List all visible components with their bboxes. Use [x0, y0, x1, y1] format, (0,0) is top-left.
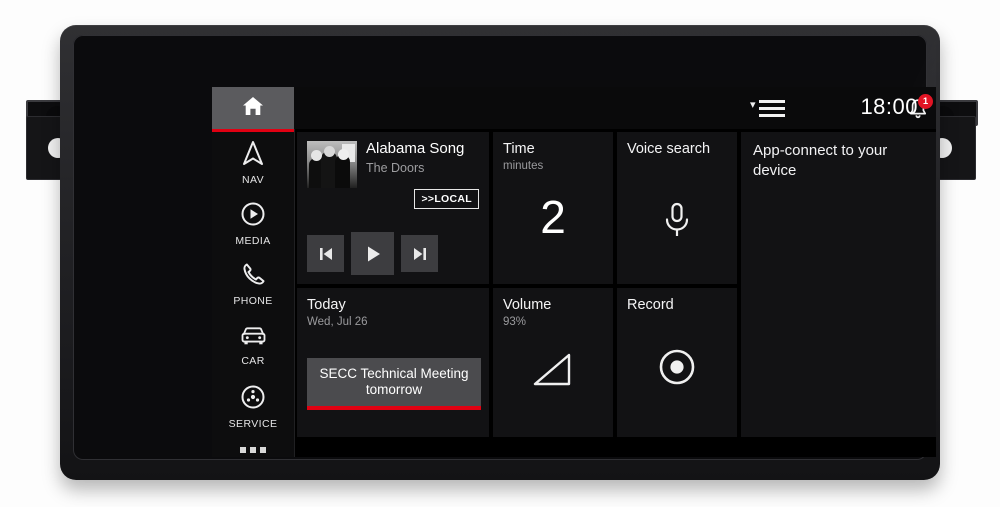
more-dots-icon[interactable] [212, 437, 294, 457]
app-connect-text: App-connect to your device [753, 142, 888, 179]
sidebar: NAV MEDIA PHONE CAR SERVICE [212, 87, 295, 457]
tile-subtitle: minutes [503, 160, 544, 172]
play-circle-icon [240, 201, 266, 232]
home-tile-grid: Alabama Song The Doors >>LOCAL Time minu… [297, 132, 936, 457]
tile-subtitle: 93% [503, 316, 527, 328]
home-icon [240, 94, 266, 123]
tile-time[interactable]: Time minutes 2 [493, 132, 613, 284]
clock-time: 18:00 [860, 94, 918, 119]
sidebar-item-media[interactable]: MEDIA [212, 193, 294, 254]
tile-title: Voice search [627, 141, 711, 157]
media-now-playing: Alabama Song The Doors [307, 140, 479, 188]
calendar-event-card[interactable]: SECC Technical Meeting tomorrow [307, 358, 481, 410]
tile-voice-search[interactable]: Voice search [617, 132, 737, 284]
time-value: 2 [540, 191, 566, 243]
tile-title: Time [503, 141, 535, 157]
screenshot-stage: NAV MEDIA PHONE CAR SERVICE ▾ 1 18:00 Al… [0, 0, 1000, 507]
sidebar-item-home[interactable] [212, 87, 294, 132]
top-status-bar: ▾ 1 18:00 [294, 87, 936, 129]
microphone-icon [665, 202, 689, 236]
sidebar-item-label: CAR [241, 354, 265, 367]
sidebar-item-nav[interactable]: NAV [212, 132, 294, 193]
skip-previous-icon [319, 247, 332, 260]
sidebar-item-phone[interactable]: PHONE [212, 254, 294, 315]
tile-title: Volume [503, 297, 552, 313]
previous-track-button[interactable] [307, 235, 344, 272]
media-source-badge[interactable]: >>LOCAL [414, 189, 479, 209]
tile-today-calendar[interactable]: Today Wed, Jul 26 SECC Technical Meeting… [297, 288, 489, 437]
play-button[interactable] [351, 232, 394, 275]
record-dot-icon [659, 349, 695, 385]
track-title: Alabama Song [366, 140, 465, 157]
volume-ramp-icon [533, 353, 571, 386]
skip-next-icon [413, 247, 426, 260]
notification-count-badge: 1 [918, 94, 933, 109]
sidebar-item-label: MEDIA [235, 234, 271, 247]
next-track-button[interactable] [401, 235, 438, 272]
sidebar-item-label: SERVICE [228, 417, 278, 430]
head-unit-device: NAV MEDIA PHONE CAR SERVICE ▾ 1 18:00 Al… [60, 25, 940, 480]
sidebar-item-service[interactable]: SERVICE [212, 376, 294, 437]
media-transport-controls [307, 232, 438, 275]
car-icon [240, 325, 267, 352]
sidebar-item-car[interactable]: CAR [212, 315, 294, 376]
tile-title: Record [627, 297, 674, 313]
tile-record[interactable]: Record [617, 288, 737, 437]
service-wheel-icon [240, 384, 266, 415]
tile-title: Today [307, 297, 346, 313]
hamburger-icon [758, 99, 785, 117]
tile-app-connect[interactable]: App-connect to your device [741, 132, 936, 437]
play-icon [367, 246, 380, 261]
menu-button[interactable]: ▾ [750, 96, 790, 120]
infotainment-screen: NAV MEDIA PHONE CAR SERVICE ▾ 1 18:00 Al… [212, 87, 936, 457]
sidebar-item-label: PHONE [233, 295, 273, 307]
chevron-down-icon: ▾ [750, 99, 756, 111]
album-art-thumbnail [307, 141, 357, 188]
track-artist: The Doors [366, 160, 425, 175]
tile-subtitle: Wed, Jul 26 [307, 316, 368, 328]
navigation-arrow-icon [241, 140, 265, 171]
tile-volume[interactable]: Volume 93% [493, 288, 613, 437]
phone-handset-icon [241, 262, 266, 292]
sidebar-item-label: NAV [241, 173, 264, 186]
tile-media[interactable]: Alabama Song The Doors >>LOCAL [297, 132, 489, 284]
